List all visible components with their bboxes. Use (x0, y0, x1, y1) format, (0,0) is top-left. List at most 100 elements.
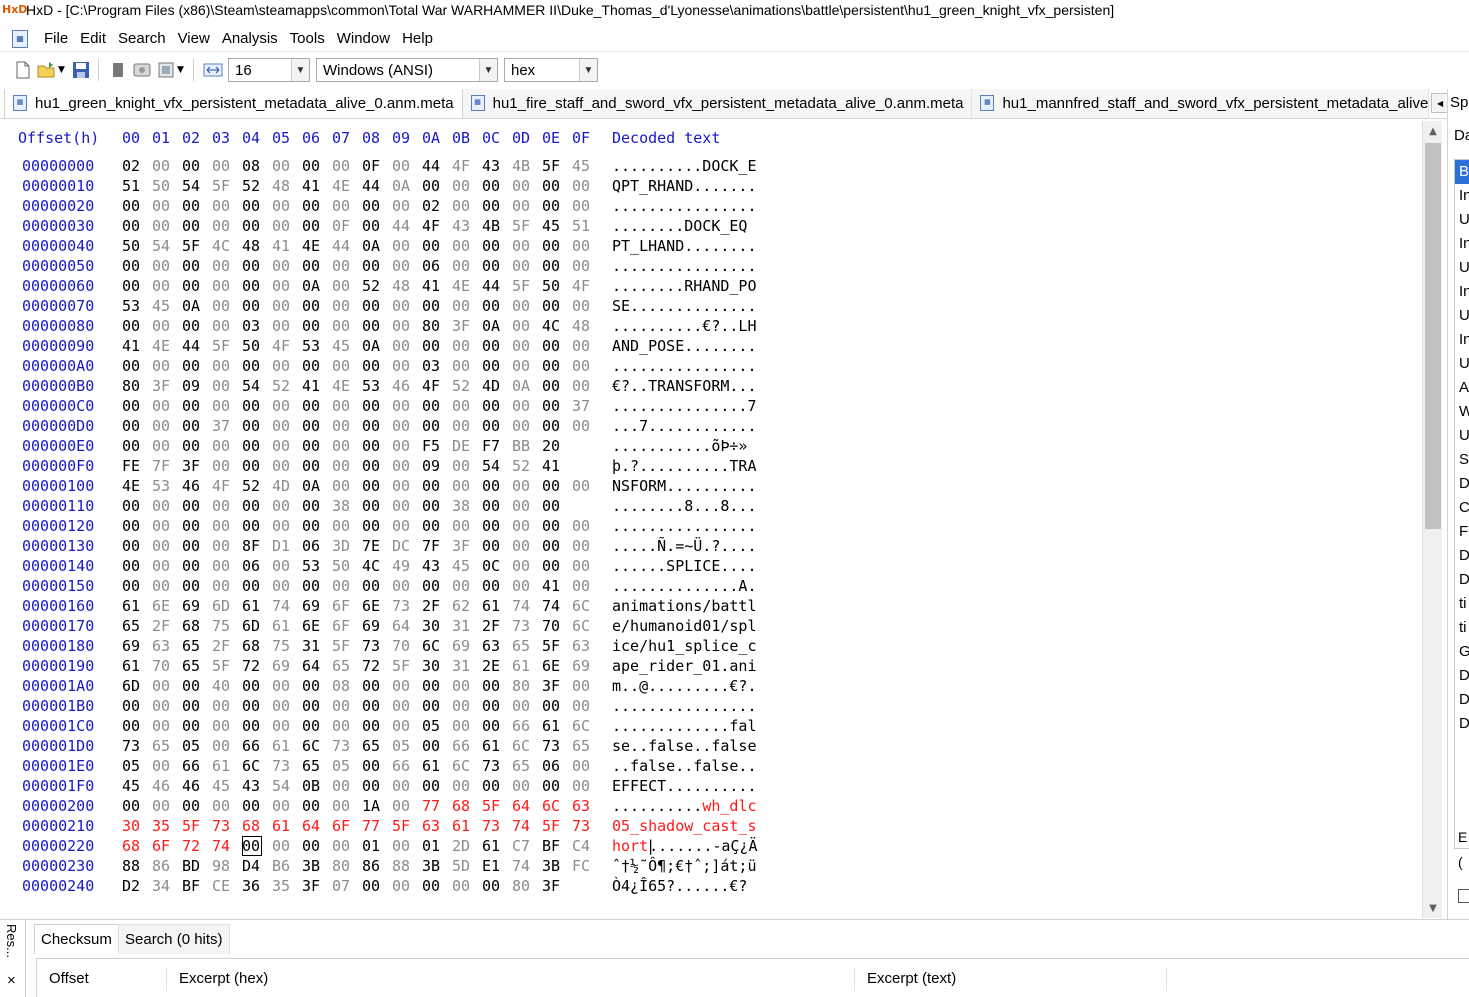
hex-byte[interactable]: 30 (422, 656, 442, 676)
hex-byte[interactable]: 00 (242, 196, 262, 216)
hex-byte[interactable]: 00 (392, 496, 412, 516)
hex-byte[interactable]: 4F (452, 156, 472, 176)
hex-byte[interactable]: 00 (512, 776, 532, 796)
charset-select[interactable]: Windows (ANSI) ▼ (316, 58, 498, 82)
hex-byte[interactable]: 00 (182, 696, 202, 716)
hex-byte[interactable]: 66 (512, 716, 532, 736)
hex-byte[interactable]: 05 (422, 716, 442, 736)
hex-byte[interactable]: 00 (572, 376, 592, 396)
hex-byte[interactable]: 00 (302, 216, 322, 236)
hex-byte[interactable]: 73 (542, 736, 562, 756)
hex-byte[interactable]: 00 (542, 236, 562, 256)
hex-byte[interactable]: 35 (272, 876, 292, 896)
hex-byte[interactable]: 07 (332, 876, 352, 896)
hex-byte[interactable]: 54 (242, 376, 262, 396)
inspector-list-item[interactable]: ti (1455, 616, 1469, 640)
hex-byte[interactable]: 00 (212, 356, 232, 376)
hex-byte[interactable]: 0A (392, 176, 412, 196)
hex-byte[interactable]: 00 (392, 796, 412, 816)
hex-byte[interactable]: 00 (302, 496, 322, 516)
scroll-down-icon[interactable]: ▼ (1423, 898, 1443, 918)
hex-byte[interactable]: 00 (512, 176, 532, 196)
hex-byte[interactable]: 03 (422, 356, 442, 376)
hex-byte[interactable]: 00 (272, 696, 292, 716)
hex-byte[interactable]: 49 (392, 556, 412, 576)
hex-byte[interactable]: 2E (482, 656, 502, 676)
hex-byte[interactable]: 00 (332, 576, 352, 596)
hex-byte[interactable]: 5F (392, 656, 412, 676)
hex-byte[interactable]: 5F (542, 636, 562, 656)
hex-byte[interactable]: 61 (512, 656, 532, 676)
hex-byte[interactable]: 45 (152, 296, 172, 316)
menu-analysis[interactable]: Analysis (216, 28, 284, 50)
hex-row-decoded-text[interactable]: ........RHAND_PO (612, 276, 757, 296)
hex-byte[interactable]: 54 (272, 776, 292, 796)
hex-byte[interactable]: 4C (542, 316, 562, 336)
hex-byte[interactable]: 62 (452, 596, 472, 616)
hex-byte[interactable]: 06 (422, 256, 442, 276)
hex-byte[interactable]: 63 (572, 636, 592, 656)
hex-row-decoded-text[interactable]: 05_shadow_cast_s (612, 816, 757, 836)
hex-byte[interactable]: 44 (182, 336, 202, 356)
hex-byte[interactable]: 00 (452, 396, 472, 416)
hex-byte[interactable]: 64 (512, 796, 532, 816)
hex-byte[interactable]: 0F (362, 156, 382, 176)
hex-byte[interactable]: 00 (392, 336, 412, 356)
hex-byte[interactable]: 00 (572, 776, 592, 796)
hex-byte[interactable]: 00 (272, 156, 292, 176)
hex-byte[interactable]: 65 (182, 656, 202, 676)
hex-byte[interactable]: 00 (482, 496, 502, 516)
hex-byte[interactable]: 00 (422, 696, 442, 716)
hex-byte[interactable]: 6C (572, 716, 592, 736)
hex-byte[interactable]: 00 (212, 716, 232, 736)
hex-byte[interactable]: 00 (512, 696, 532, 716)
hex-byte[interactable]: 61 (272, 816, 292, 836)
inspector-list[interactable]: BInUInUInUInUAWUSDCFDDtitiGDDD (1454, 159, 1469, 849)
hex-byte[interactable]: 00 (212, 436, 232, 456)
hex-byte[interactable]: 45 (212, 776, 232, 796)
hex-byte[interactable]: 50 (152, 176, 172, 196)
hex-byte[interactable]: 53 (302, 336, 322, 356)
open-ram-icon[interactable] (155, 59, 177, 81)
inspector-list-item[interactable]: G (1455, 640, 1469, 664)
hex-byte[interactable]: 73 (482, 756, 502, 776)
hex-byte[interactable]: 03 (242, 316, 262, 336)
hex-byte[interactable]: 70 (152, 656, 172, 676)
hex-byte[interactable]: 00 (362, 776, 382, 796)
inspector-list-item[interactable]: D (1455, 568, 1469, 592)
hex-byte[interactable]: 6E (152, 596, 172, 616)
hex-byte[interactable]: 00 (182, 156, 202, 176)
hex-byte[interactable]: 74 (512, 856, 532, 876)
hex-byte[interactable]: 00 (542, 776, 562, 796)
hex-byte[interactable]: 2F (152, 616, 172, 636)
hex-byte[interactable]: 00 (452, 416, 472, 436)
hex-byte[interactable]: 75 (272, 636, 292, 656)
tab-mannfred-staff[interactable]: ▦ hu1_mannfred_staff_and_sword_vfx_persi… (972, 89, 1430, 118)
hex-byte[interactable]: 06 (302, 536, 322, 556)
hex-byte[interactable]: 00 (182, 796, 202, 816)
hex-byte[interactable]: 0A (512, 376, 532, 396)
hex-byte[interactable]: 00 (572, 336, 592, 356)
hex-byte[interactable]: 00 (332, 396, 352, 416)
hex-byte[interactable]: 00 (122, 516, 142, 536)
hex-byte[interactable]: 6D (122, 676, 142, 696)
hex-byte[interactable]: 80 (122, 376, 142, 396)
hex-byte[interactable]: 00 (302, 196, 322, 216)
hex-byte[interactable]: 4F (212, 476, 232, 496)
hex-byte[interactable]: 00 (482, 176, 502, 196)
hex-byte[interactable]: 68 (242, 636, 262, 656)
hex-byte[interactable]: 00 (572, 256, 592, 276)
hex-byte[interactable]: 00 (242, 296, 262, 316)
inspector-list-item[interactable]: D (1455, 664, 1469, 688)
hex-byte[interactable]: 0C (482, 556, 502, 576)
hex-byte[interactable]: 73 (332, 736, 352, 756)
hex-byte[interactable]: 5F (332, 636, 352, 656)
hex-byte[interactable]: 00 (512, 416, 532, 436)
hex-byte[interactable]: DE (452, 436, 472, 456)
hex-byte[interactable]: 40 (212, 676, 232, 696)
inspector-list-item[interactable]: U (1455, 304, 1469, 328)
hex-byte[interactable]: 00 (272, 196, 292, 216)
hex-byte[interactable]: 00 (242, 456, 262, 476)
hex-byte[interactable]: 00 (362, 456, 382, 476)
hex-byte[interactable]: 38 (332, 496, 352, 516)
